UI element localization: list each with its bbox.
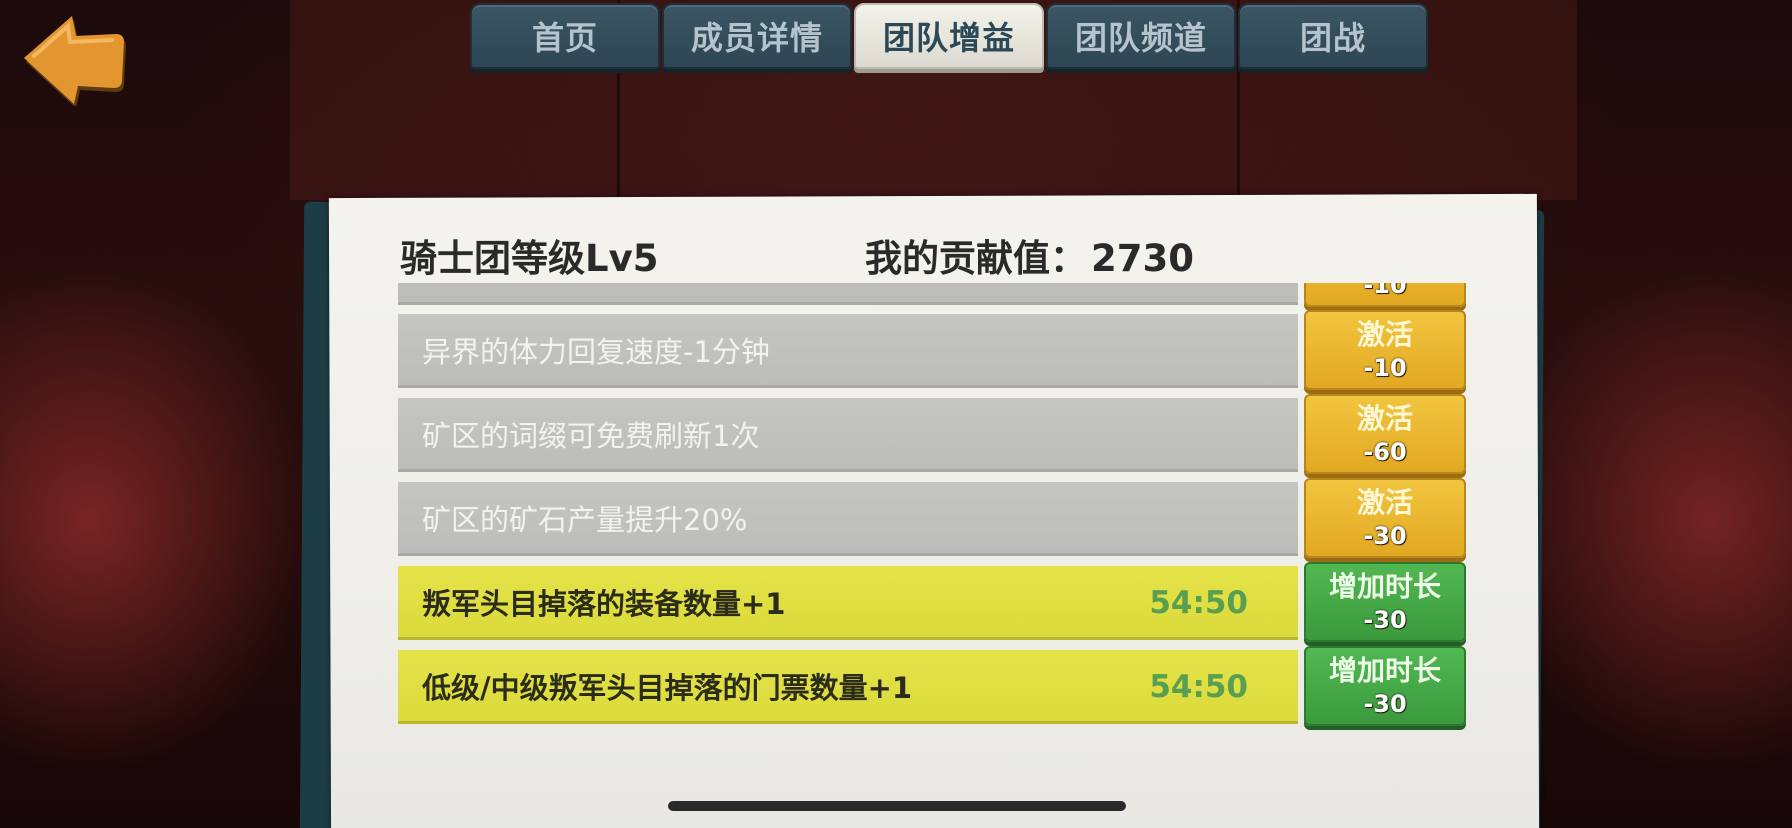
button-label: 激活 (1356, 402, 1413, 435)
buff-description: 异界的体力回复速度-1分钟 (398, 314, 1298, 388)
button-cost: -30 (1363, 606, 1407, 634)
tab-home[interactable]: 首页 (470, 3, 660, 69)
button-cost: -30 (1363, 690, 1407, 718)
home-indicator[interactable] (668, 801, 1126, 811)
buff-description: 矿区的词缀可免费刷新1次 (398, 398, 1298, 472)
button-label: 增加时长 (1328, 570, 1441, 603)
activate-button[interactable]: 激活 -10 (1304, 310, 1466, 390)
list-item: 异界体力中/大型据点单次消耗的体力-1 激活 -10 (398, 283, 1470, 307)
list-item: 矿区的词缀可免费刷新1次 激活 -60 (398, 392, 1470, 474)
button-label: 激活 (1356, 486, 1413, 519)
button-label: 增加时长 (1328, 654, 1441, 687)
tab-member-details[interactable]: 成员详情 (662, 3, 852, 69)
button-cost: -10 (1363, 283, 1407, 299)
extend-duration-button[interactable]: 增加时长 -30 (1304, 562, 1466, 642)
buff-timer: 54:50 (1149, 669, 1248, 705)
buff-description: 矿区的矿石产量提升20% (398, 482, 1298, 556)
contribution-label: 我的贡献值： (865, 237, 1087, 280)
list-item: 低级/中级叛军头目掉落的门票数量+1 54:50 增加时长 -30 (398, 644, 1470, 726)
guild-level: 骑士团等级Lv5 (400, 237, 659, 280)
tab-bar: 首页 成员详情 团队增益 团队频道 团战 (470, 3, 1430, 69)
back-button[interactable] (20, 10, 126, 108)
tab-team-battle[interactable]: 团战 (1238, 3, 1428, 69)
list-item: 叛军头目掉落的装备数量+1 54:50 增加时长 -30 (398, 560, 1470, 642)
list-item: 异界的体力回复速度-1分钟 激活 -10 (398, 308, 1470, 390)
button-cost: -60 (1363, 438, 1407, 466)
contribution-value: 2730 (1091, 237, 1194, 280)
buff-list[interactable]: 异界体力中/大型据点单次消耗的体力-1 激活 -10 异界的体力回复速度-1分钟… (398, 283, 1470, 763)
activate-button[interactable]: 激活 -30 (1304, 478, 1466, 558)
arrow-left-icon (24, 16, 126, 108)
tab-team-buffs[interactable]: 团队增益 (854, 3, 1044, 69)
my-contribution: 我的贡献值： 2730 (865, 228, 1194, 282)
extend-duration-button[interactable]: 增加时长 -30 (1304, 646, 1466, 726)
activate-button[interactable]: 激活 -60 (1304, 394, 1466, 474)
list-item: 矿区的矿石产量提升20% 激活 -30 (398, 476, 1470, 558)
buff-timer: 54:50 (1149, 585, 1248, 621)
button-cost: -10 (1363, 354, 1407, 382)
tab-team-channel[interactable]: 团队频道 (1046, 3, 1236, 69)
buff-description: 异界体力中/大型据点单次消耗的体力-1 (398, 283, 1298, 305)
button-label: 激活 (1356, 318, 1413, 351)
button-cost: -30 (1363, 522, 1407, 550)
activate-button[interactable]: 激活 -10 (1304, 283, 1466, 307)
